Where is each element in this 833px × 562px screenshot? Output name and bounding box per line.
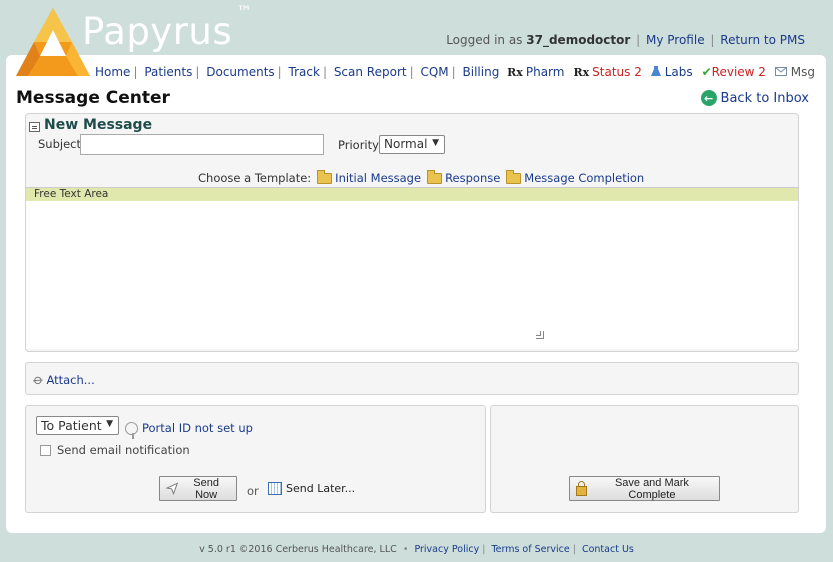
flask-icon [650,66,661,76]
chevron-down-icon: ▼ [106,419,113,429]
nav-track[interactable]: Track [289,65,320,79]
status-link[interactable]: Rx Status 2 [573,65,641,79]
calendar-icon [268,482,282,495]
paperclip-icon: ⌀ [29,371,47,389]
key-icon [125,421,138,439]
save-and-mark-complete-button[interactable]: Save and Mark Complete [569,476,720,501]
nav-patients[interactable]: Patients [144,65,192,79]
new-message-form: New Message Subject Priority Normal ▼ Cho… [25,113,799,352]
top-nav: Home | Patients | Documents | Track | Scan R… [95,65,500,79]
nav-scan-report[interactable]: Scan Report [334,65,407,79]
return-to-pms-link[interactable]: Return to PMS [720,33,805,47]
nav-billing[interactable]: Billing [463,65,500,79]
resize-handle-icon[interactable] [536,331,544,339]
template-initial-message[interactable]: Initial Message [317,170,421,185]
send-now-button[interactable]: Send Now [159,476,237,501]
header: Papyrus ™ Logged in as 37_demodoctor | My… [0,0,833,76]
rx-icon: Rx [507,66,523,79]
subject-input[interactable] [80,134,324,155]
folder-icon [427,170,443,184]
page-title: Message Center [16,88,170,108]
checkbox-icon[interactable] [40,444,51,456]
lock-icon [576,480,587,496]
template-message-completion[interactable]: Message Completion [506,170,644,185]
choose-template-label: Choose a Template: [198,171,312,185]
email-notification-checkbox[interactable]: Send email notification [40,443,190,457]
nav-home[interactable]: Home [95,65,130,79]
msg-link[interactable]: Msg [774,65,815,79]
labs-link[interactable]: Labs [650,65,693,79]
attach-link[interactable]: ⌀ Attach... [30,371,95,389]
main-panel: Home | Patients | Documents | Track | Scan R… [6,55,826,533]
send-section: To Patient ▼ Portal ID not set up Send em… [25,405,486,513]
back-to-inbox-link[interactable]: ← Back to Inbox [700,90,809,106]
priority-select[interactable]: Normal ▼ [379,135,445,154]
recipient-select[interactable]: To Patient ▼ [36,416,119,435]
chevron-down-icon: ▼ [432,138,439,148]
pharm-link[interactable]: Rx Pharm [507,65,564,79]
complete-section: Save and Mark Complete [490,405,799,513]
free-text-area[interactable]: Free Text Area [26,187,798,349]
username: 37_demodoctor [526,33,631,47]
footer: v 5.0 r1 ©2016 Cerberus Healthcare, LLC … [199,544,634,555]
terms-of-service-link[interactable]: Terms of Service [491,544,569,555]
priority-label: Priority [338,138,379,152]
privacy-policy-link[interactable]: Privacy Policy [414,544,479,555]
paper-plane-icon [166,482,179,495]
brand-name: Papyrus ™ [82,1,253,53]
rx-icon: Rx [573,66,590,79]
nav-documents[interactable]: Documents [206,65,274,79]
nav-cqm[interactable]: CQM [420,65,448,79]
portal-id-link[interactable]: Portal ID not set up [125,421,253,439]
envelope-icon [774,67,787,76]
attachments-section: ⌀ Attach... [25,362,799,395]
contact-us-link[interactable]: Contact Us [582,544,634,555]
user-bar: Logged in as 37_demodoctor | My Profile … [446,33,805,47]
or-label: or [247,484,259,498]
checkmark-icon: ✔ [701,65,712,79]
quick-links: Rx Pharm Rx Status 2 Labs ✔Review 2 Msg [507,65,815,79]
folder-icon [506,170,522,184]
template-response[interactable]: Response [427,170,500,185]
review-link[interactable]: ✔Review 2 [702,65,766,79]
folder-icon [317,170,333,184]
logged-in-label: Logged in as [446,33,523,47]
send-later-link[interactable]: Send Later... [268,482,355,495]
subject-label: Subject [38,137,81,151]
version-text: v 5.0 r1 ©2016 Cerberus Healthcare, LLC [199,544,397,555]
my-profile-link[interactable]: My Profile [646,33,705,47]
template-chooser: Choose a Template: Initial Message Respo… [198,170,644,185]
new-message-title: New Message [44,117,153,133]
papyrus-logo-icon [16,8,90,76]
compose-icon [29,122,40,132]
free-text-label: Free Text Area [26,188,798,201]
back-arrow-icon: ← [700,90,717,106]
